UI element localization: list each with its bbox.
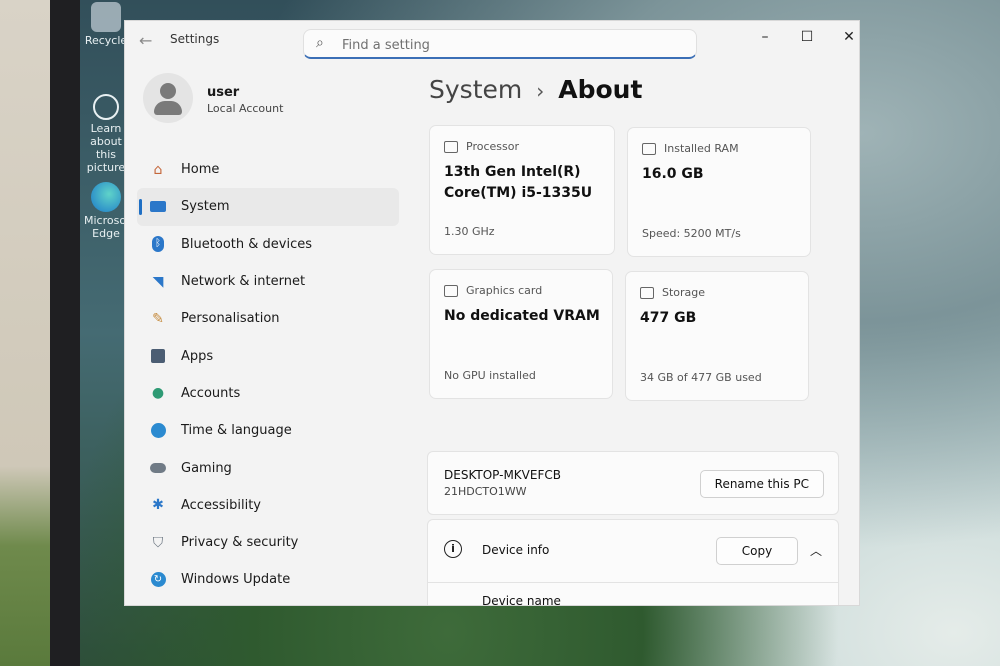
graphics-card: Graphics card No dedicated VRAM No GPU i… [429, 269, 613, 399]
user-name: user [207, 85, 240, 100]
search-icon: ⌕ [316, 35, 324, 51]
sidebar-item-time-language[interactable]: Time & language [137, 412, 399, 449]
account-type: Local Account [207, 102, 284, 115]
desktop-icon-learn[interactable]: Learn about this picture [84, 94, 128, 174]
info-icon: i [444, 540, 462, 558]
storage-icon [640, 286, 654, 299]
device-info-section: i Device info Copy ︿ Device name [427, 519, 839, 606]
rename-pc-button[interactable]: Rename this PC [699, 470, 824, 498]
graphics-icon [444, 284, 458, 297]
ram-value: 16.0 GB [642, 166, 704, 182]
sidebar-item-network[interactable]: ◥ Network & internet [137, 263, 399, 300]
storage-value: 477 GB [640, 310, 697, 326]
edge-icon [91, 182, 121, 212]
sidebar-item-accounts[interactable]: ● Accounts [137, 375, 399, 412]
recycle-bin-icon [91, 2, 121, 32]
avatar-head [160, 83, 176, 99]
bluetooth-icon: ᛒ [149, 235, 167, 253]
system-icon [149, 198, 167, 216]
accounts-icon: ● [151, 385, 165, 402]
ram-heading: Installed RAM [664, 142, 739, 155]
graphics-gpu: No GPU installed [444, 369, 536, 382]
device-name-label: Device name [482, 594, 561, 606]
storage-card: Storage 477 GB 34 GB of 477 GB used [625, 271, 809, 401]
globe-icon [149, 422, 167, 440]
sidebar-nav: ⌂ Home System ᛒ Bluetooth & devices ◥ Ne… [137, 151, 399, 599]
gamepad-icon [149, 459, 167, 477]
home-icon: ⌂ [153, 161, 163, 178]
sidebar-item-bluetooth[interactable]: ᛒ Bluetooth & devices [137, 226, 399, 263]
sidebar-item-windows-update[interactable]: ↻ Windows Update [137, 561, 399, 598]
processor-speed: 1.30 GHz [444, 225, 495, 238]
processor-icon [444, 140, 458, 153]
sidebar-item-personalisation[interactable]: ✎ Personalisation [137, 300, 399, 337]
wifi-icon: ◥ [152, 273, 164, 290]
storage-usage: 34 GB of 477 GB used [640, 371, 762, 384]
apps-icon [149, 347, 167, 365]
avatar[interactable] [143, 73, 193, 123]
avatar-body [154, 101, 182, 115]
learn-picture-icon [93, 94, 119, 120]
ram-icon [642, 142, 656, 155]
sidebar-item-apps[interactable]: Apps [137, 337, 399, 374]
shield-icon: ⛉ [152, 534, 164, 551]
graphics-value: No dedicated VRAM [444, 308, 600, 324]
graphics-heading: Graphics card [466, 284, 543, 297]
breadcrumb-parent[interactable]: System [429, 75, 522, 104]
app-title: Settings [170, 32, 220, 46]
breadcrumb-separator: › [536, 79, 545, 103]
sidebar-item-accessibility[interactable]: ✱ Accessibility [137, 487, 399, 524]
brush-icon: ✎ [152, 310, 164, 327]
device-info-label: Device info [482, 543, 550, 557]
sidebar-item-system[interactable]: System [137, 188, 399, 226]
pc-model: 21HDCTO1WW [444, 485, 527, 498]
desktop-icon-recycle[interactable]: Recycle [84, 2, 128, 47]
divider [428, 582, 838, 583]
chevron-up-icon[interactable]: ︿ [810, 542, 822, 559]
processor-card: Processor 13th Gen Intel(R) Core(TM) i5-… [429, 125, 615, 255]
processor-heading: Processor [466, 140, 519, 153]
title-bar: ← Settings ⌕ – ☐ ✕ [125, 21, 859, 61]
breadcrumb: System › About [429, 75, 642, 104]
sidebar-item-home[interactable]: ⌂ Home [137, 151, 399, 188]
pc-name: DESKTOP-MKVEFCB [444, 468, 561, 482]
monitor-bezel [50, 0, 80, 666]
copy-button[interactable]: Copy [716, 537, 798, 565]
search-input[interactable] [340, 34, 684, 56]
pc-name-row: DESKTOP-MKVEFCB 21HDCTO1WW Rename this P… [427, 451, 839, 515]
ram-card: Installed RAM 16.0 GB Speed: 5200 MT/s [627, 127, 811, 257]
page-title: About [558, 75, 643, 104]
maximize-button[interactable]: ☐ [787, 29, 827, 53]
minimize-button[interactable]: – [745, 29, 785, 53]
processor-value: 13th Gen Intel(R) Core(TM) i5-1335U [444, 164, 593, 201]
accessibility-icon: ✱ [152, 497, 164, 514]
back-arrow-icon[interactable]: ← [139, 31, 152, 50]
storage-heading: Storage [662, 286, 706, 299]
desktop-icon-edge[interactable]: Microsoft Edge [84, 182, 134, 240]
sidebar-item-gaming[interactable]: Gaming [137, 449, 399, 486]
search-box[interactable]: ⌕ [303, 29, 697, 59]
update-icon: ↻ [149, 571, 167, 589]
close-button[interactable]: ✕ [829, 29, 859, 53]
sidebar-item-privacy[interactable]: ⛉ Privacy & security [137, 524, 399, 561]
ram-speed: Speed: 5200 MT/s [642, 227, 741, 240]
settings-window: ← Settings ⌕ – ☐ ✕ user Local Account ⌂ … [124, 20, 860, 606]
